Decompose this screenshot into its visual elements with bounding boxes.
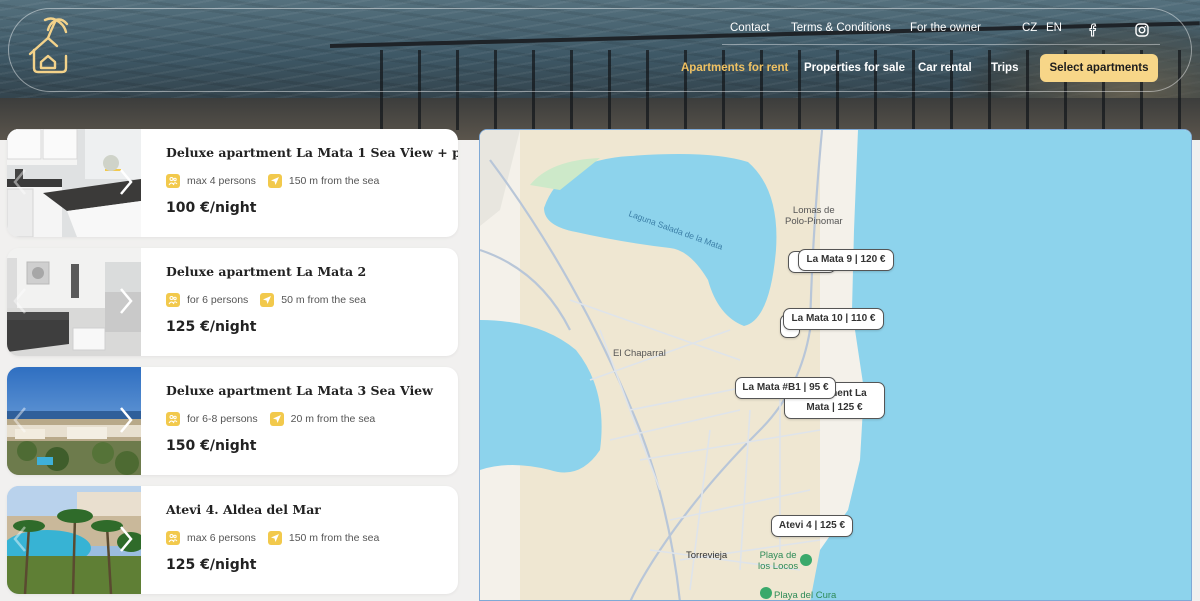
owner-link[interactable]: For the owner	[910, 22, 981, 34]
map-marker-la-mata-10[interactable]: La Mata 10 | 110 €	[783, 308, 884, 330]
persons-icon	[166, 174, 180, 188]
listing-meta: for 6 persons 50 m from the sea	[166, 292, 366, 308]
persons-icon	[166, 293, 180, 307]
nav-car-rental[interactable]: Car rental	[918, 62, 972, 74]
listing-title[interactable]: Deluxe apartment La Mata 2	[166, 264, 366, 279]
listing-card[interactable]: Atevi 4. Aldea del Mar max 6 persons 150…	[7, 486, 458, 594]
location-arrow-icon	[267, 174, 282, 188]
chevron-right-icon[interactable]	[117, 167, 135, 197]
listing-card[interactable]: Deluxe apartment La Mata 1 Sea View + po…	[7, 129, 458, 237]
listing-title[interactable]: Atevi 4. Aldea del Mar	[166, 502, 321, 517]
listing-persons: max 6 persons	[187, 532, 256, 544]
listing-distance: 50 m from the sea	[281, 294, 366, 306]
persons-icon	[166, 412, 180, 426]
hero-header: Contact Terms & Conditions For the owner…	[0, 0, 1200, 140]
language-en[interactable]: EN	[1046, 22, 1062, 34]
map-label-playa-locos: Playa de los Locos	[758, 550, 799, 572]
terms-link[interactable]: Terms & Conditions	[791, 22, 891, 34]
instagram-icon[interactable]	[1134, 22, 1150, 38]
chevron-left-icon[interactable]	[11, 286, 29, 316]
chevron-right-icon[interactable]	[117, 405, 135, 435]
listing-meta: for 6-8 persons 20 m from the sea	[166, 411, 375, 427]
map-view[interactable]: Lomas de Polo-Pinomar Laguna Salada de l…	[479, 129, 1192, 601]
sea-area	[810, 130, 1191, 600]
chevron-left-icon[interactable]	[11, 167, 29, 197]
listing-price: 125 €/night	[166, 557, 257, 573]
listing-persons: max 4 persons	[187, 175, 256, 187]
listing-photo[interactable]	[7, 486, 141, 594]
nav-divider	[722, 44, 1160, 45]
map-marker-la-mata-b1[interactable]: La Mata #B1 | 95 €	[735, 377, 836, 399]
chevron-left-icon[interactable]	[11, 405, 29, 435]
listing-persons: for 6-8 persons	[187, 413, 258, 425]
contact-link[interactable]: Contact	[730, 22, 770, 34]
map-label-playa-cura: Playa del Cura	[774, 590, 837, 601]
listing-price: 125 €/night	[166, 319, 257, 335]
chevron-right-icon[interactable]	[117, 286, 135, 316]
chevron-right-icon[interactable]	[117, 524, 135, 554]
listing-distance: 20 m from the sea	[290, 413, 376, 425]
select-apartments-button[interactable]: Select apartments	[1040, 54, 1158, 82]
listing-meta: max 4 persons 150 m from the sea	[166, 173, 379, 189]
nav-apartments-for-rent[interactable]: Apartments for rent	[681, 62, 788, 74]
language-cz[interactable]: CZ	[1022, 22, 1037, 34]
listing-price: 100 €/night	[166, 200, 257, 216]
listing-distance: 150 m from the sea	[288, 532, 380, 544]
nav-properties-for-sale[interactable]: Properties for sale	[804, 62, 905, 74]
map-label-lomas: Lomas de Polo-Pinomar	[785, 205, 843, 227]
nav-frame	[8, 8, 1192, 92]
listing-card[interactable]: Deluxe apartment La Mata 3 Sea View for …	[7, 367, 458, 475]
persons-icon	[166, 531, 180, 545]
map-marker-la-mata-9[interactable]: La Mata 9 | 120 €	[798, 249, 894, 271]
listing-card[interactable]: Deluxe apartment La Mata 2 for 6 persons…	[7, 248, 458, 356]
listing-photo[interactable]	[7, 129, 141, 237]
listing-photo[interactable]	[7, 248, 141, 356]
chevron-left-icon[interactable]	[11, 524, 29, 554]
listing-distance: 150 m from the sea	[288, 175, 380, 187]
location-arrow-icon	[269, 412, 284, 426]
listing-persons: for 6 persons	[187, 294, 249, 306]
listing-meta: max 6 persons 150 m from the sea	[166, 530, 379, 546]
location-arrow-icon	[260, 293, 275, 307]
facebook-icon[interactable]	[1085, 22, 1101, 38]
nav-trips[interactable]: Trips	[991, 62, 1018, 74]
listing-title[interactable]: Deluxe apartment La Mata 1 Sea View + po…	[166, 145, 458, 160]
listing-title[interactable]: Deluxe apartment La Mata 3 Sea View	[166, 383, 433, 398]
map-label-chaparral: El Chaparral	[613, 348, 666, 359]
listing-photo[interactable]	[7, 367, 141, 475]
map-marker-atevi-4[interactable]: Atevi 4 | 125 €	[771, 515, 853, 537]
map-label-torrevieja: Torrevieja	[686, 550, 728, 561]
listing-price: 150 €/night	[166, 438, 257, 454]
location-arrow-icon	[267, 531, 282, 545]
